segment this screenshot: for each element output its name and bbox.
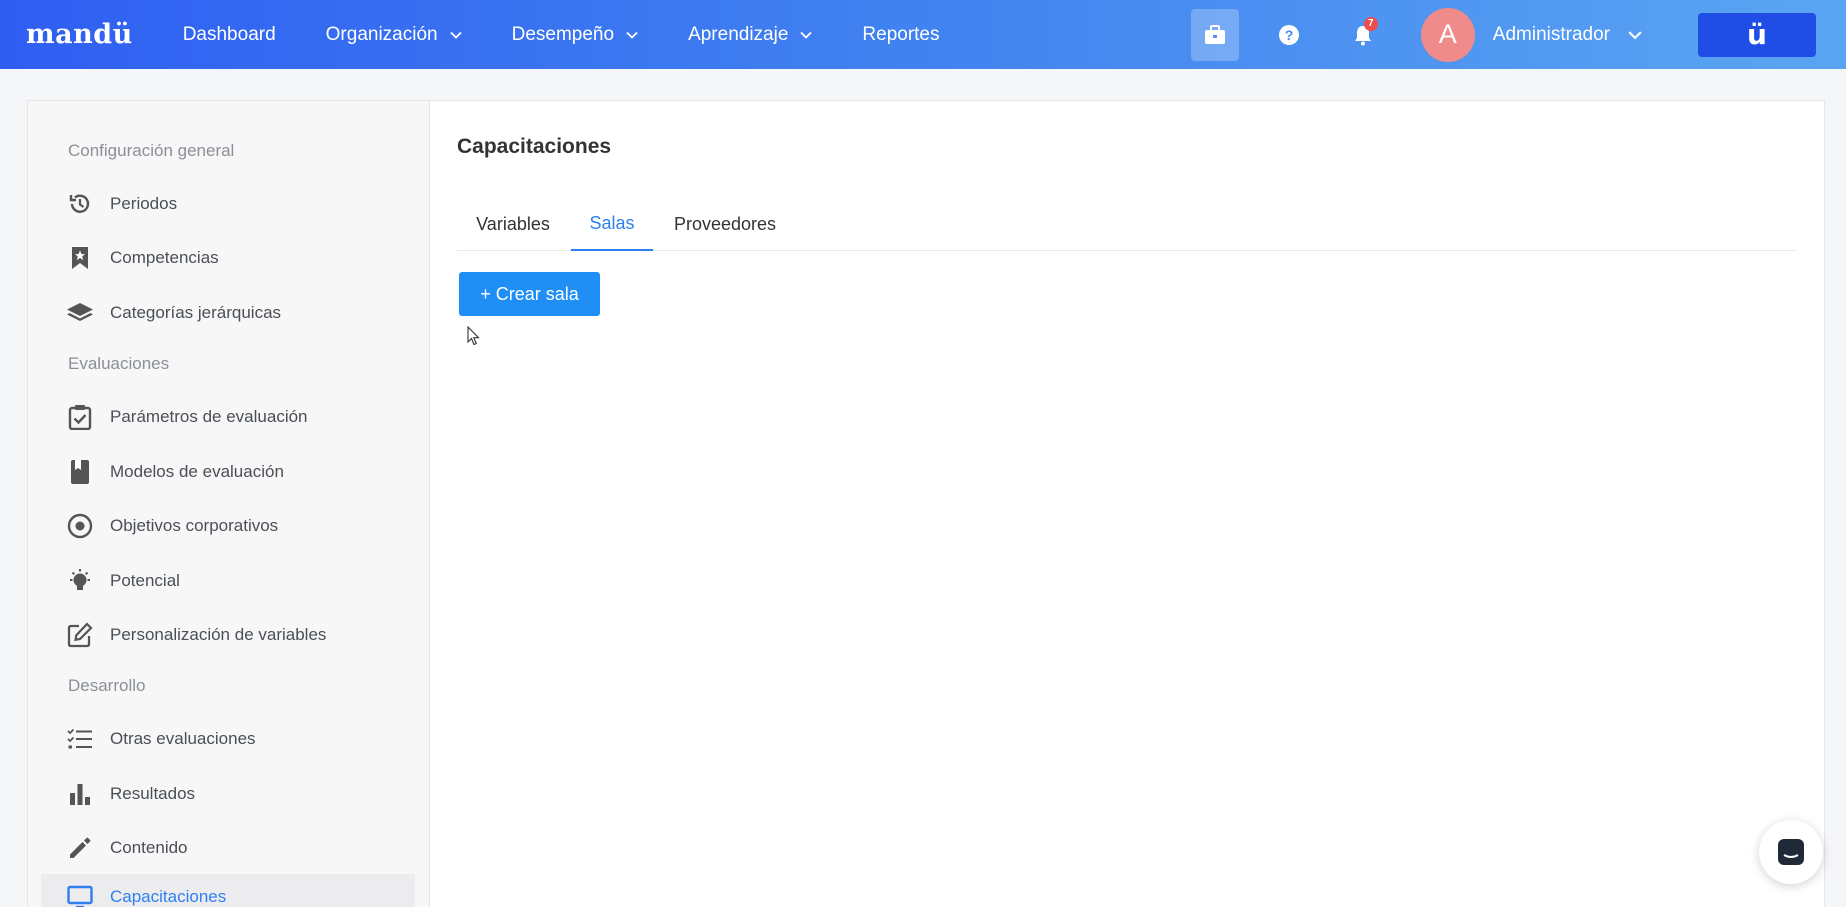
bookmark-star-icon xyxy=(66,244,94,272)
chevron-down-icon[interactable] xyxy=(1628,28,1642,42)
edit-square-icon xyxy=(66,621,94,649)
sidebar-item-contenido[interactable]: Contenido xyxy=(41,825,415,871)
mouse-cursor-icon xyxy=(467,326,480,346)
lightbulb-icon xyxy=(66,567,94,595)
chat-launcher-button[interactable] xyxy=(1759,820,1823,884)
sidebar-item-label: Competencias xyxy=(110,248,219,267)
sidebar-item-objetivos[interactable]: Objetivos corporativos xyxy=(41,503,415,549)
help-button[interactable]: ? xyxy=(1265,9,1313,61)
sidebar-item-personalizacion[interactable]: Personalización de variables xyxy=(41,612,415,658)
nav-reportes[interactable]: Reportes xyxy=(862,24,939,46)
create-room-button[interactable]: + Crear sala xyxy=(459,272,600,316)
main-content: Capacitaciones Variables Salas Proveedor… xyxy=(431,101,1826,907)
sidebar-item-label: Potencial xyxy=(110,571,180,590)
book-icon xyxy=(66,458,94,486)
tab-label: Variables xyxy=(476,213,550,234)
layers-icon xyxy=(66,299,94,327)
app-logo[interactable]: mandü xyxy=(26,19,133,50)
pencil-icon xyxy=(66,834,94,862)
sidebar-item-label: Contenido xyxy=(110,838,188,857)
sidebar-item-capacitaciones[interactable]: Capacitaciones xyxy=(41,874,415,907)
section-title-config: Configuración general xyxy=(68,141,235,160)
history-icon xyxy=(66,190,94,218)
clipboard-check-icon xyxy=(66,403,94,431)
sidebar-item-parametros[interactable]: Parámetros de evaluación xyxy=(41,394,415,440)
nav-organizacion-label: Organización xyxy=(325,23,438,45)
notifications-button[interactable]: 7 xyxy=(1339,9,1387,61)
briefcase-icon xyxy=(1204,24,1225,44)
nav-dashboard[interactable]: Dashboard xyxy=(183,24,276,46)
briefcase-button[interactable] xyxy=(1190,8,1239,61)
sidebar-item-label: Categorías jerárquicas xyxy=(110,303,282,322)
brand-button[interactable]: ü xyxy=(1698,12,1816,57)
sidebar-item-potencial[interactable]: Potencial xyxy=(41,558,415,604)
sidebar-item-periodos[interactable]: Periodos xyxy=(41,181,415,227)
target-icon xyxy=(66,512,94,540)
nav-reportes-label: Reportes xyxy=(862,23,940,45)
nav-aprendizaje-label: Aprendizaje xyxy=(688,23,789,45)
notification-badge: 7 xyxy=(1363,16,1378,31)
sidebar-item-label: Personalización de variables xyxy=(110,625,327,644)
page-title: Capacitaciones xyxy=(457,135,612,158)
sidebar-item-modelos[interactable]: Modelos de evaluación xyxy=(41,449,415,495)
sidebar-item-otras-evaluaciones[interactable]: Otras evaluaciones xyxy=(41,716,415,762)
chevron-down-icon xyxy=(449,31,462,39)
tab-bar: Variables Salas Proveedores xyxy=(457,197,1797,251)
tab-proveedores[interactable]: Proveedores xyxy=(655,197,795,251)
tab-variables[interactable]: Variables xyxy=(457,197,569,251)
nav-dashboard-label: Dashboard xyxy=(182,23,276,45)
section-title-desarrollo: Desarrollo xyxy=(68,676,146,695)
tab-label: Salas xyxy=(589,212,635,233)
sidebar-item-label: Periodos xyxy=(110,194,178,213)
settings-card: Configuración general Periodos Competenc… xyxy=(27,100,1825,907)
nav-desempeno-label: Desempeño xyxy=(511,23,615,45)
monitor-icon xyxy=(66,883,94,907)
sidebar-item-resultados[interactable]: Resultados xyxy=(41,771,415,817)
nav-aprendizaje[interactable]: Aprendizaje xyxy=(688,23,813,46)
bar-chart-icon xyxy=(66,780,94,808)
sidebar-item-label: Otras evaluaciones xyxy=(110,729,256,748)
nav-desempeno[interactable]: Desempeño xyxy=(512,24,638,46)
section-title-evaluaciones: Evaluaciones xyxy=(68,354,170,373)
sidebar-item-label: Modelos de evaluación xyxy=(110,462,284,481)
sidebar: Configuración general Periodos Competenc… xyxy=(28,101,430,907)
chevron-down-icon xyxy=(626,31,638,39)
sidebar-item-competencias[interactable]: Competencias xyxy=(41,235,415,281)
sidebar-item-label: Resultados xyxy=(110,784,196,803)
chat-icon xyxy=(1778,839,1804,865)
sidebar-item-label: Parámetros de evaluación xyxy=(110,407,308,426)
help-icon: ? xyxy=(1278,24,1299,45)
top-navbar: mandü Dashboard Organización Desempeño A… xyxy=(0,0,1846,69)
user-name[interactable]: Administrador xyxy=(1493,24,1610,46)
chevron-down-icon xyxy=(800,31,813,39)
sidebar-item-categorias[interactable]: Categorías jerárquicas xyxy=(41,290,415,336)
sidebar-item-label: Capacitaciones xyxy=(110,887,227,906)
tab-salas[interactable]: Salas xyxy=(571,197,653,251)
nav-organizacion[interactable]: Organización xyxy=(326,24,462,46)
avatar[interactable]: A xyxy=(1420,7,1475,62)
svg-text:?: ? xyxy=(1285,27,1294,43)
checklist-icon xyxy=(66,725,94,753)
tab-label: Proveedores xyxy=(673,213,777,234)
sidebar-item-label: Objetivos corporativos xyxy=(110,516,279,535)
